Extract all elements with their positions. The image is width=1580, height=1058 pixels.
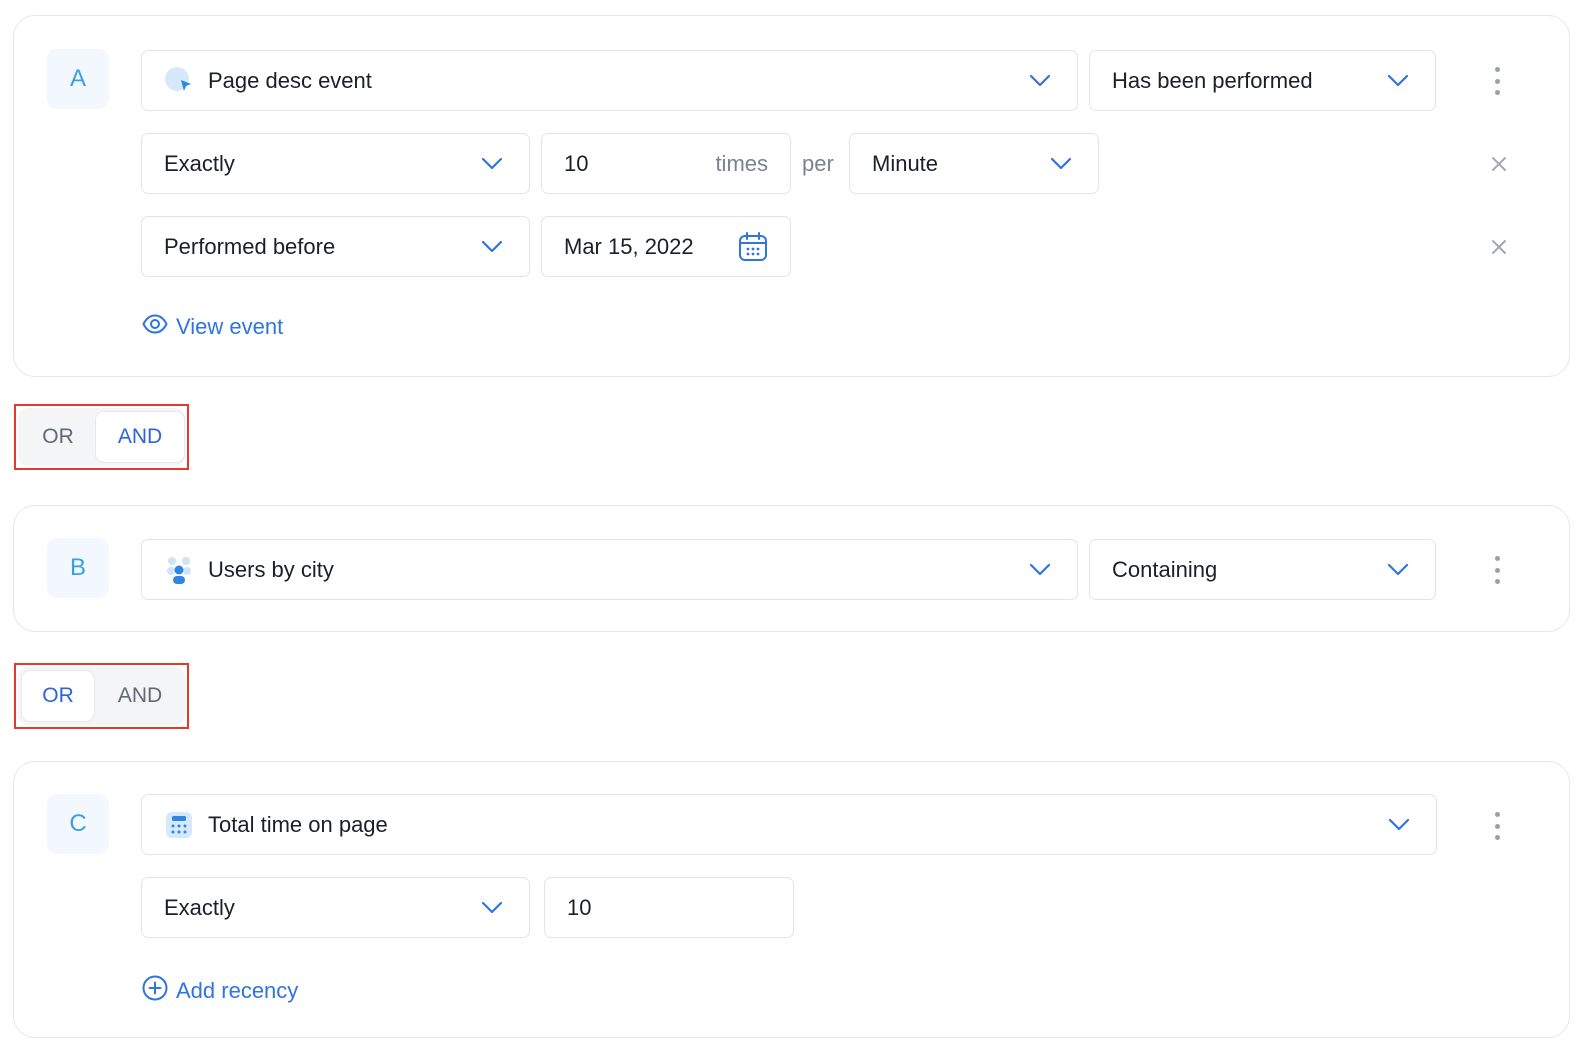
comparison-value-input[interactable]: 10 [544, 877, 794, 938]
condition-group-c: C Total time on page Exactly 10 Add rece… [13, 761, 1570, 1038]
timing-mode-label: Performed before [164, 233, 336, 259]
frequency-count-input[interactable]: 10 times [541, 133, 791, 194]
calculator-icon [164, 810, 194, 840]
chevron-down-icon [1050, 157, 1072, 171]
timing-mode-select[interactable]: Performed before [141, 216, 530, 277]
group-badge-a: A [47, 49, 109, 109]
comparison-mode-select[interactable]: Exactly [141, 877, 530, 938]
view-event-link[interactable]: View event [142, 314, 283, 340]
frequency-count-value: 10 [564, 150, 589, 176]
group-badge-c: C [47, 794, 109, 854]
chevron-down-icon [1388, 818, 1410, 832]
condition-select[interactable]: Containing [1089, 539, 1436, 600]
condition-group-b: B Users by city Containing [13, 505, 1570, 632]
times-suffix: times [715, 150, 768, 176]
date-value: Mar 15, 2022 [564, 233, 694, 259]
event-select[interactable]: Users by city [141, 539, 1078, 600]
and-option[interactable]: AND [95, 670, 185, 722]
or-option[interactable]: OR [21, 670, 95, 722]
and-option[interactable]: AND [95, 411, 185, 463]
users-icon [164, 555, 194, 585]
more-options-icon[interactable] [1492, 556, 1502, 584]
more-options-icon[interactable] [1492, 812, 1502, 840]
group-badge-b: B [47, 538, 109, 598]
chevron-down-icon [481, 240, 503, 254]
or-option[interactable]: OR [21, 411, 95, 463]
add-recency-link[interactable]: Add recency [142, 975, 298, 1007]
per-label: per [802, 151, 834, 176]
calendar-icon[interactable] [738, 231, 768, 268]
logic-toggle-track: OR AND [18, 408, 185, 466]
comparison-mode-label: Exactly [164, 894, 235, 920]
frequency-mode-select[interactable]: Exactly [141, 133, 530, 194]
event-select[interactable]: Total time on page [141, 794, 1437, 855]
remove-row-icon[interactable] [1490, 238, 1508, 256]
logic-toggle-track: OR AND [18, 667, 185, 725]
chevron-down-icon [1029, 74, 1051, 88]
comparison-value: 10 [567, 894, 592, 920]
logic-toggle-2: OR AND [14, 663, 189, 729]
event-select-label: Total time on page [208, 811, 388, 837]
event-select-label: Page desc event [208, 67, 372, 93]
condition-select[interactable]: Has been performed [1089, 50, 1436, 111]
cursor-click-icon [164, 66, 194, 96]
event-select-label: Users by city [208, 556, 334, 582]
chevron-down-icon [1029, 563, 1051, 577]
logic-toggle-1: OR AND [14, 404, 189, 470]
plus-circle-icon [142, 975, 168, 1007]
remove-row-icon[interactable] [1490, 155, 1508, 173]
period-select[interactable]: Minute [849, 133, 1099, 194]
frequency-mode-label: Exactly [164, 150, 235, 176]
date-picker-input[interactable]: Mar 15, 2022 [541, 216, 791, 277]
event-select[interactable]: Page desc event [141, 50, 1078, 111]
period-select-label: Minute [872, 150, 939, 176]
view-event-label: View event [176, 314, 284, 339]
condition-select-label: Has been performed [1112, 67, 1313, 93]
condition-select-label: Containing [1112, 556, 1218, 582]
chevron-down-icon [1387, 563, 1409, 577]
chevron-down-icon [481, 157, 503, 171]
condition-group-a: A Page desc event Has been performed Exa… [13, 15, 1570, 377]
more-options-icon[interactable] [1492, 67, 1502, 95]
eye-icon [142, 314, 168, 340]
add-recency-label: Add recency [176, 978, 299, 1003]
chevron-down-icon [1387, 74, 1409, 88]
chevron-down-icon [481, 901, 503, 915]
